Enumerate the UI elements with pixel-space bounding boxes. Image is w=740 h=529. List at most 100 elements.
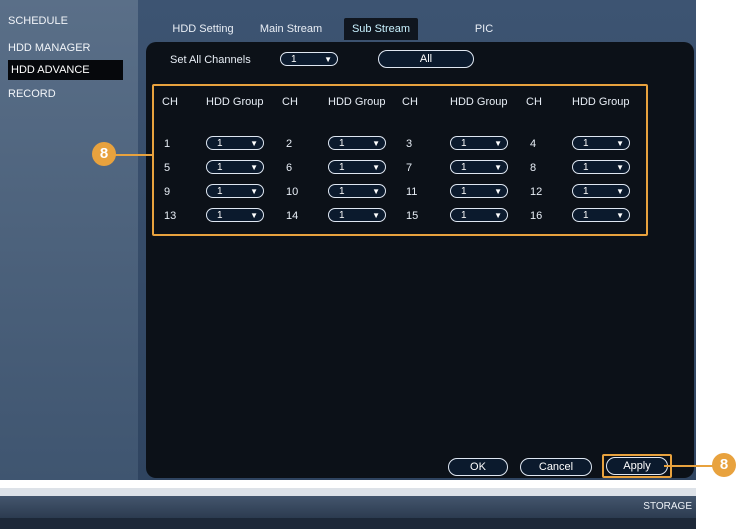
storage-screen: SCHEDULE HDD MANAGER HDD ADVANCE RECORD …: [0, 0, 740, 529]
chevron-down-icon: ▼: [372, 187, 380, 196]
footer-label: STORAGE: [643, 501, 692, 512]
hdd-group-select[interactable]: 1 ▼: [572, 160, 630, 174]
sidebar-item-hdd-manager[interactable]: HDD MANAGER: [8, 38, 91, 58]
channel-number: 12: [530, 186, 543, 198]
hdd-group-value: 1: [339, 186, 345, 197]
hdd-group-select[interactable]: 1 ▼: [206, 208, 264, 222]
hdd-group-select[interactable]: 1 ▼: [450, 208, 508, 222]
sidebar: SCHEDULE HDD MANAGER HDD ADVANCE RECORD: [0, 0, 138, 480]
tab-main-stream[interactable]: Main Stream: [248, 18, 334, 40]
main-area: HDD Setting Main Stream Sub Stream PIC S…: [138, 0, 696, 480]
channel-number: 16: [530, 210, 543, 222]
chevron-down-icon: ▼: [250, 187, 258, 196]
hdd-group-value: 1: [583, 186, 589, 197]
set-all-channels-select[interactable]: 1 ▼: [280, 52, 338, 66]
hdd-group-value: 1: [339, 138, 345, 149]
header-ch: CH: [526, 96, 542, 108]
apply-button[interactable]: Apply: [606, 457, 668, 475]
channel-number: 6: [286, 162, 293, 174]
chevron-down-icon: ▼: [372, 139, 380, 148]
hdd-group-value: 1: [461, 186, 467, 197]
header-ch: CH: [402, 96, 418, 108]
hdd-group-select[interactable]: 1 ▼: [328, 208, 386, 222]
footer-bar: STORAGE: [0, 496, 696, 518]
header-hdd-group: HDD Group: [206, 96, 264, 108]
chevron-down-icon: ▼: [494, 187, 502, 196]
chevron-down-icon: ▼: [250, 211, 258, 220]
channel-number: 3: [406, 138, 413, 150]
tab-bar: HDD Setting Main Stream Sub Stream PIC: [154, 18, 674, 40]
hdd-group-value: 1: [217, 162, 223, 173]
hdd-group-value: 1: [217, 186, 223, 197]
hdd-group-value: 1: [339, 210, 345, 221]
footer-separator: [0, 488, 696, 496]
channel-number: 14: [286, 210, 299, 222]
hdd-group-select[interactable]: 1 ▼: [572, 136, 630, 150]
chevron-down-icon: ▼: [372, 163, 380, 172]
chevron-down-icon: ▼: [324, 55, 332, 64]
header-hdd-group: HDD Group: [450, 96, 508, 108]
channel-number: 13: [164, 210, 177, 222]
callout-badge-apply: 8: [712, 453, 736, 477]
sidebar-item-record[interactable]: RECORD: [8, 84, 56, 104]
hdd-group-select[interactable]: 1 ▼: [206, 184, 264, 198]
hdd-group-value: 1: [461, 210, 467, 221]
hdd-group-value: 1: [461, 162, 467, 173]
hdd-group-value: 1: [583, 138, 589, 149]
callout-line-grid: [112, 154, 154, 156]
channel-number: 2: [286, 138, 293, 150]
hdd-group-select[interactable]: 1 ▼: [450, 184, 508, 198]
chevron-down-icon: ▼: [616, 211, 624, 220]
channel-number: 9: [164, 186, 171, 198]
hdd-group-value: 1: [461, 138, 467, 149]
hdd-group-value: 1: [217, 138, 223, 149]
hdd-group-select[interactable]: 1 ▼: [572, 208, 630, 222]
set-all-channels-label: Set All Channels: [170, 54, 251, 66]
hdd-group-select[interactable]: 1 ▼: [572, 184, 630, 198]
hdd-group-value: 1: [583, 210, 589, 221]
chevron-down-icon: ▼: [616, 139, 624, 148]
content-panel: Set All Channels 1 ▼ All CH HDD Group CH…: [146, 42, 694, 478]
channel-number: 5: [164, 162, 171, 174]
header-ch: CH: [162, 96, 178, 108]
callout-line-apply: [664, 465, 716, 467]
hdd-group-select[interactable]: 1 ▼: [450, 160, 508, 174]
hdd-group-select[interactable]: 1 ▼: [328, 184, 386, 198]
channel-number: 7: [406, 162, 413, 174]
hdd-group-select[interactable]: 1 ▼: [206, 136, 264, 150]
channel-number: 1: [164, 138, 171, 150]
chevron-down-icon: ▼: [494, 211, 502, 220]
hdd-group-value: 1: [217, 210, 223, 221]
hdd-group-value: 1: [339, 162, 345, 173]
tab-pic[interactable]: PIC: [454, 18, 514, 40]
chevron-down-icon: ▼: [250, 163, 258, 172]
header-ch: CH: [282, 96, 298, 108]
tab-sub-stream[interactable]: Sub Stream: [344, 18, 418, 40]
chevron-down-icon: ▼: [616, 187, 624, 196]
hdd-group-select[interactable]: 1 ▼: [450, 136, 508, 150]
sidebar-item-hdd-advance[interactable]: HDD ADVANCE: [8, 60, 123, 80]
set-all-channels-value: 1: [291, 54, 297, 65]
channel-number: 8: [530, 162, 537, 174]
footer-bottom-strip: [0, 518, 696, 529]
header-hdd-group: HDD Group: [328, 96, 386, 108]
hdd-group-select[interactable]: 1 ▼: [328, 160, 386, 174]
channel-number: 4: [530, 138, 537, 150]
channel-number: 11: [406, 186, 418, 198]
chevron-down-icon: ▼: [250, 139, 258, 148]
hdd-group-value: 1: [583, 162, 589, 173]
header-hdd-group: HDD Group: [572, 96, 630, 108]
hdd-group-select[interactable]: 1 ▼: [206, 160, 264, 174]
chevron-down-icon: ▼: [372, 211, 380, 220]
callout-badge-grid: 8: [92, 142, 116, 166]
cancel-button[interactable]: Cancel: [520, 458, 592, 476]
ok-button[interactable]: OK: [448, 458, 508, 476]
chevron-down-icon: ▼: [494, 139, 502, 148]
all-button[interactable]: All: [378, 50, 474, 68]
tab-hdd-setting[interactable]: HDD Setting: [164, 18, 242, 40]
chevron-down-icon: ▼: [616, 163, 624, 172]
channel-number: 10: [286, 186, 299, 198]
channel-number: 15: [406, 210, 419, 222]
hdd-group-select[interactable]: 1 ▼: [328, 136, 386, 150]
sidebar-item-schedule[interactable]: SCHEDULE: [8, 11, 68, 31]
